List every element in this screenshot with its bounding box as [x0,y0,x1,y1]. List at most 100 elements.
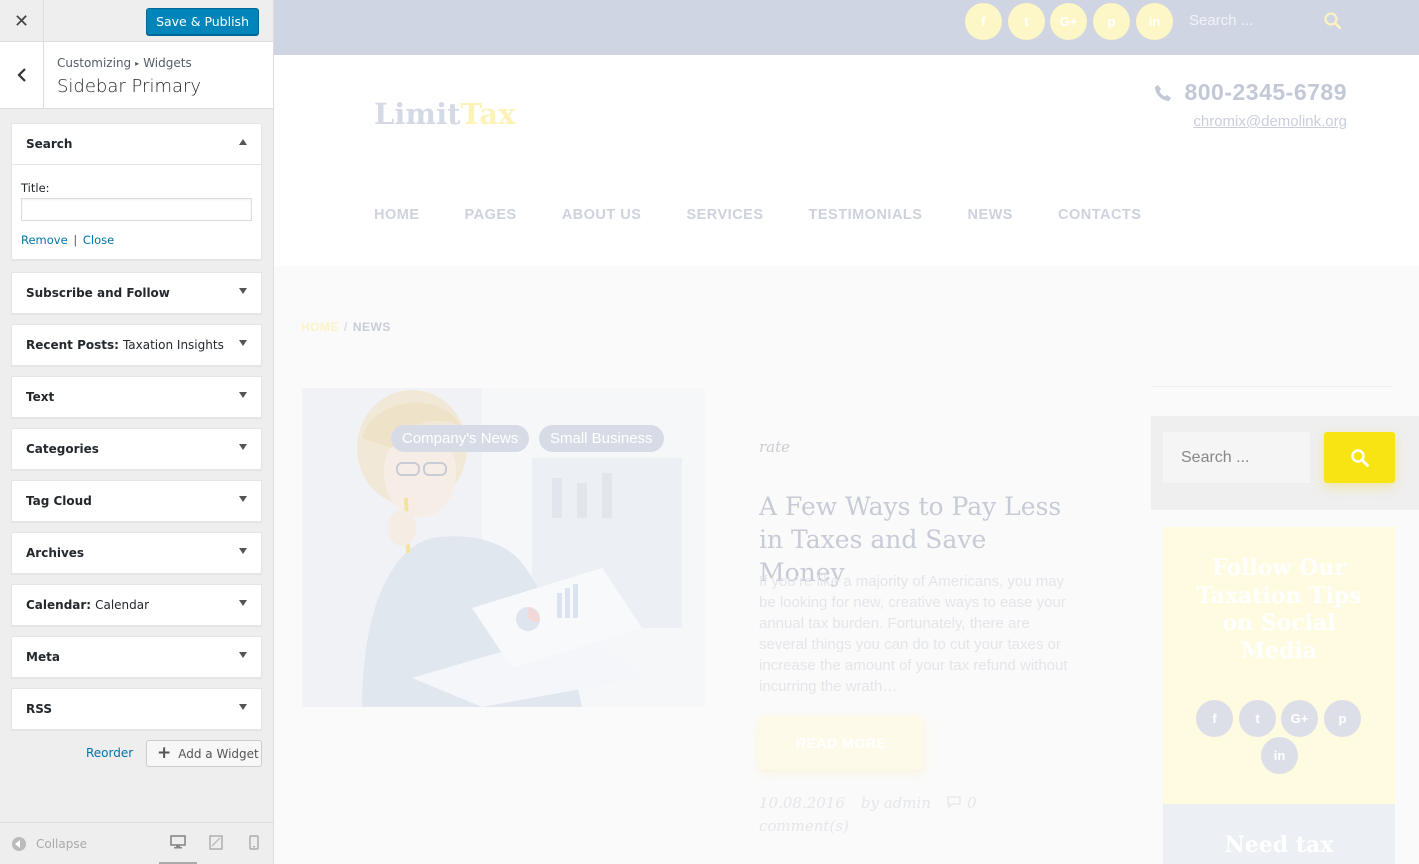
widget-title: Tag Cloud [26,494,92,508]
email-link[interactable]: chromix@demolink.org [1193,113,1347,130]
tag-small-business[interactable]: Small Business [539,425,664,452]
widget-title: Subscribe and Follow [26,286,170,300]
mobile-preview-button[interactable] [235,835,273,864]
widget-title: Calendar: [26,598,92,612]
widget-calendar[interactable]: Calendar: Calendar [11,584,262,626]
widget-subscribe-follow[interactable]: Subscribe and Follow [11,272,262,314]
expand-arrow-icon[interactable] [239,652,247,658]
main-navigation: HOME PAGES ABOUT US SERVICES TESTIMONIAL… [374,207,1186,223]
page-breadcrumb: HOME / NEWS [301,320,391,334]
tax-widget-title: Need tax [1224,832,1334,858]
desktop-preview-button[interactable] [159,835,197,864]
expand-arrow-icon[interactable] [239,288,247,294]
close-customizer-button[interactable]: ✕ [0,0,44,42]
pinterest-icon[interactable]: p [1324,700,1361,737]
expand-arrow-icon[interactable] [239,496,247,502]
widget-categories[interactable]: Categories [11,428,262,470]
twitter-icon[interactable]: t [1008,3,1045,40]
widget-header[interactable]: Tag Cloud [12,481,261,521]
breadcrumb-home[interactable]: HOME [301,320,339,334]
facebook-icon[interactable]: f [1196,700,1233,737]
linkedin-icon[interactable]: in [1261,737,1298,774]
post-rate: rate [759,438,791,456]
google-plus-icon[interactable]: G+ [1281,700,1318,737]
widget-archives[interactable]: Archives [11,532,262,574]
tag-companys-news[interactable]: Company's News [391,425,530,452]
widget-header[interactable]: Text [12,377,261,417]
save-publish-button[interactable]: Save & Publish [146,8,259,35]
widget-header[interactable]: Calendar: Calendar [12,585,261,625]
widget-header[interactable]: Recent Posts: Taxation Insights [12,325,261,365]
nav-testimonials[interactable]: TESTIMONIALS [809,207,923,223]
widget-recent-posts[interactable]: Recent Posts: Taxation Insights [11,324,262,366]
widget-actions: Remove | Close [21,233,252,247]
search-icon [1350,448,1369,467]
post-date: 10.08.2016 [759,794,845,812]
pipe-separator: | [73,233,78,247]
expand-arrow-icon[interactable] [239,548,247,554]
read-more-button[interactable]: READ MORE [759,716,923,769]
nav-home[interactable]: HOME [374,207,420,223]
nav-news[interactable]: NEWS [967,207,1013,223]
tablet-preview-button[interactable] [197,835,235,864]
plus-icon: + [157,743,172,763]
widget-header[interactable]: Categories [12,429,261,469]
nav-about-us[interactable]: ABOUT US [562,207,642,223]
expand-arrow-icon[interactable] [239,600,247,606]
widget-header[interactable]: RSS [12,689,261,729]
facebook-icon[interactable]: f [965,3,1002,40]
linkedin-icon[interactable]: in [1136,3,1173,40]
collapse-label: Collapse [36,837,87,851]
sidebar-search-button[interactable] [1324,432,1395,483]
breadcrumb-separator: ▸ [135,59,140,68]
expand-arrow-icon[interactable] [239,444,247,450]
breadcrumb-separator: / [344,320,348,334]
close-link[interactable]: Close [83,233,114,247]
remove-link[interactable]: Remove [21,233,68,247]
breadcrumb-root: Customizing [57,56,132,70]
post-author[interactable]: by admin [861,794,931,812]
nav-services[interactable]: SERVICES [686,207,763,223]
collapse-arrow-icon[interactable] [239,139,247,145]
customizer-footer: Collapse [0,822,273,864]
site-preview: f t G+ p in Search ... LimitTax 800-2345… [274,0,1419,864]
widget-header[interactable]: Search [12,124,261,164]
widget-rss[interactable]: RSS [11,688,262,730]
collapse-button[interactable]: Collapse [12,837,87,851]
twitter-icon[interactable]: t [1239,700,1276,737]
section-header: Customizing ▸ Widgets Sidebar Primary [0,42,273,109]
customizer-header: ✕ Save & Publish [0,0,273,42]
tax-widget: Need tax [1163,804,1395,864]
widget-subtitle: Calendar [95,598,150,612]
top-search-input[interactable]: Search ... [1189,12,1339,29]
widget-title: Recent Posts: [26,338,119,352]
reorder-link[interactable]: Reorder [86,746,133,760]
search-icon[interactable] [1323,11,1343,31]
widget-title: Archives [26,546,85,560]
nav-contacts[interactable]: CONTACTS [1058,207,1141,223]
expand-arrow-icon[interactable] [239,392,247,398]
widget-tag-cloud[interactable]: Tag Cloud [11,480,262,522]
widget-header[interactable]: Subscribe and Follow [12,273,261,313]
nav-pages[interactable]: PAGES [465,207,517,223]
widget-subtitle: Taxation Insights [122,338,224,352]
pinterest-icon[interactable]: p [1093,3,1130,40]
widget-header[interactable]: Meta [12,637,261,677]
widget-text[interactable]: Text [11,376,262,418]
back-button[interactable] [0,42,44,108]
tablet-icon [209,835,223,850]
widget-body: Title: Remove | Close [12,164,261,259]
title-field[interactable] [21,198,252,221]
google-plus-icon[interactable]: G+ [1050,3,1087,40]
sidebar-search-input[interactable]: Search ... [1163,432,1310,483]
site-logo[interactable]: LimitTax [374,97,515,131]
expand-arrow-icon[interactable] [239,704,247,710]
add-widget-button[interactable]: + Add a Widget [146,740,262,767]
widget-header[interactable]: Archives [12,533,261,573]
site-header: LimitTax 800-2345-6789 chromix@demolink.… [274,55,1419,266]
widget-meta[interactable]: Meta [11,636,262,678]
widget-title: Categories [26,442,99,456]
expand-arrow-icon[interactable] [239,340,247,346]
phone-icon [1155,84,1172,101]
customizer-panel: ✕ Save & Publish Customizing ▸ Widgets Sid… [0,0,274,864]
